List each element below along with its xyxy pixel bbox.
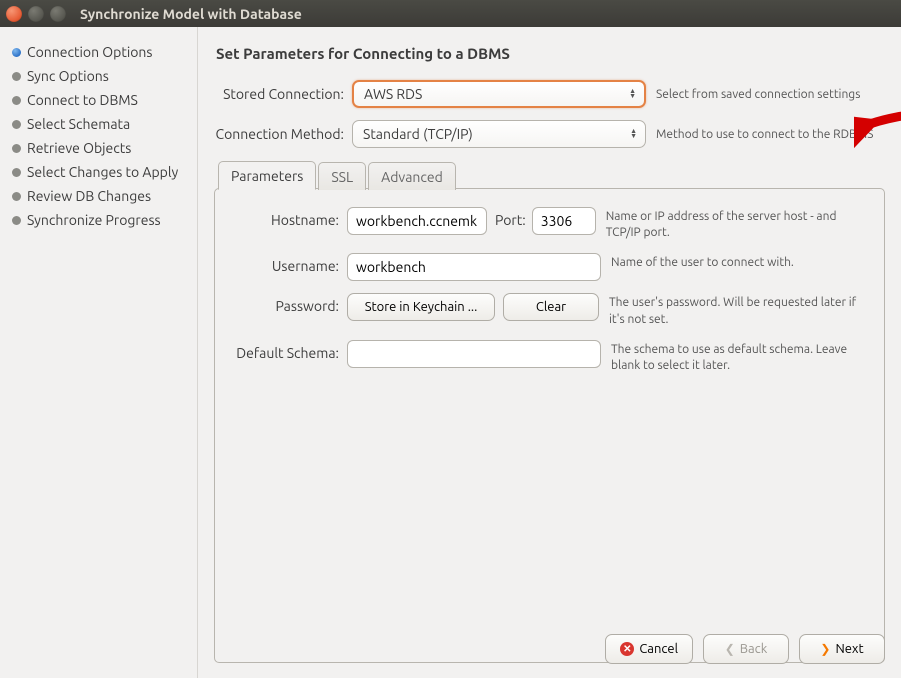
step-bullet-icon bbox=[12, 48, 21, 57]
sidebar-item-label: Review DB Changes bbox=[27, 188, 151, 204]
sidebar-item-label: Sync Options bbox=[27, 68, 109, 84]
connection-method-hint: Method to use to connect to the RDBMS bbox=[656, 128, 885, 141]
button-label: Store in Keychain ... bbox=[365, 300, 478, 314]
tab-label: SSL bbox=[331, 169, 353, 185]
tab-panel-parameters: Hostname: Port: Name or IP address of th… bbox=[214, 188, 885, 663]
connection-method-value: Standard (TCP/IP) bbox=[363, 126, 473, 142]
username-row: Username: Name of the user to connect wi… bbox=[229, 253, 870, 281]
step-bullet-icon bbox=[12, 192, 21, 201]
next-button[interactable]: ❯ Next bbox=[799, 634, 885, 664]
stored-connection-label: Stored Connection: bbox=[214, 86, 352, 102]
default-schema-label: Default Schema: bbox=[229, 340, 347, 361]
sidebar-item-review-db-changes[interactable]: Review DB Changes bbox=[10, 185, 189, 209]
window-title: Synchronize Model with Database bbox=[80, 6, 302, 22]
sidebar-item-connection-options[interactable]: Connection Options bbox=[10, 41, 189, 65]
sidebar-item-retrieve-objects[interactable]: Retrieve Objects bbox=[10, 137, 189, 161]
store-keychain-button[interactable]: Store in Keychain ... bbox=[347, 293, 495, 321]
step-bullet-icon bbox=[12, 72, 21, 81]
sidebar-item-label: Synchronize Progress bbox=[27, 212, 161, 228]
username-hint: Name of the user to connect with. bbox=[611, 253, 870, 271]
button-label: Back bbox=[740, 642, 768, 656]
step-bullet-icon bbox=[12, 96, 21, 105]
sidebar-item-label: Select Changes to Apply bbox=[27, 164, 178, 180]
tabstrip: Parameters SSL Advanced bbox=[214, 160, 885, 189]
sidebar-item-label: Retrieve Objects bbox=[27, 140, 131, 156]
sidebar-item-sync-options[interactable]: Sync Options bbox=[10, 65, 189, 89]
step-bullet-icon bbox=[12, 144, 21, 153]
username-input[interactable] bbox=[347, 253, 601, 281]
tab-advanced[interactable]: Advanced bbox=[368, 162, 456, 190]
maximize-icon[interactable] bbox=[50, 6, 66, 22]
chevron-updown-icon: ▲▼ bbox=[629, 89, 636, 99]
cancel-button[interactable]: ✕ Cancel bbox=[605, 634, 693, 664]
content: Connection Options Sync Options Connect … bbox=[0, 27, 901, 678]
arrow-right-icon: ❯ bbox=[820, 642, 830, 656]
tab-label: Advanced bbox=[381, 169, 443, 185]
close-icon[interactable] bbox=[6, 6, 22, 22]
cancel-icon: ✕ bbox=[620, 642, 634, 656]
button-label: Clear bbox=[536, 300, 566, 314]
sidebar-item-connect-to-dbms[interactable]: Connect to DBMS bbox=[10, 89, 189, 113]
titlebar: Synchronize Model with Database bbox=[0, 0, 901, 27]
hostname-hint: Name or IP address of the server host - … bbox=[606, 207, 870, 241]
arrow-left-icon: ❮ bbox=[725, 642, 735, 656]
sidebar-item-label: Connect to DBMS bbox=[27, 92, 138, 108]
stored-connection-hint: Select from saved connection settings bbox=[656, 88, 885, 101]
connection-method-label: Connection Method: bbox=[214, 126, 352, 142]
wizard-footer: ✕ Cancel ❮ Back ❯ Next bbox=[605, 634, 885, 664]
back-button[interactable]: ❮ Back bbox=[703, 634, 789, 664]
page-title: Set Parameters for Connecting to a DBMS bbox=[216, 45, 885, 62]
connection-method-select[interactable]: Standard (TCP/IP) ▲▼ bbox=[352, 120, 646, 148]
sidebar-item-select-changes[interactable]: Select Changes to Apply bbox=[10, 161, 189, 185]
sidebar-item-select-schemata[interactable]: Select Schemata bbox=[10, 113, 189, 137]
stored-connection-select[interactable]: AWS RDS ▲▼ bbox=[352, 80, 646, 108]
sidebar-item-label: Connection Options bbox=[27, 44, 153, 60]
stored-connection-row: Stored Connection: AWS RDS ▲▼ Select fro… bbox=[214, 80, 885, 108]
password-row: Password: Store in Keychain ... Clear Th… bbox=[229, 293, 870, 327]
wizard-sidebar: Connection Options Sync Options Connect … bbox=[0, 27, 198, 678]
button-label: Cancel bbox=[639, 642, 678, 656]
clear-password-button[interactable]: Clear bbox=[503, 293, 599, 321]
default-schema-hint: The schema to use as default schema. Lea… bbox=[611, 340, 870, 374]
sidebar-item-synchronize-progress[interactable]: Synchronize Progress bbox=[10, 209, 189, 233]
tab-parameters[interactable]: Parameters bbox=[218, 161, 316, 190]
default-schema-row: Default Schema: The schema to use as def… bbox=[229, 340, 870, 374]
stored-connection-value: AWS RDS bbox=[364, 86, 422, 102]
hostname-label: Hostname: bbox=[229, 207, 347, 228]
button-label: Next bbox=[835, 642, 863, 656]
step-bullet-icon bbox=[12, 216, 21, 225]
sidebar-item-label: Select Schemata bbox=[27, 116, 130, 132]
hostname-row: Hostname: Port: Name or IP address of th… bbox=[229, 207, 870, 241]
main-panel: Set Parameters for Connecting to a DBMS … bbox=[198, 27, 901, 678]
step-bullet-icon bbox=[12, 168, 21, 177]
port-label: Port: bbox=[495, 207, 526, 228]
default-schema-input[interactable] bbox=[347, 340, 601, 368]
password-hint: The user's password. Will be requested l… bbox=[609, 293, 870, 327]
password-label: Password: bbox=[229, 293, 347, 314]
port-input[interactable] bbox=[532, 207, 596, 235]
chevron-updown-icon: ▲▼ bbox=[630, 129, 637, 139]
minimize-icon[interactable] bbox=[28, 6, 44, 22]
step-bullet-icon bbox=[12, 120, 21, 129]
tab-label: Parameters bbox=[231, 168, 303, 184]
username-label: Username: bbox=[229, 253, 347, 274]
tab-ssl[interactable]: SSL bbox=[318, 162, 366, 190]
hostname-input[interactable] bbox=[347, 207, 487, 235]
connection-method-row: Connection Method: Standard (TCP/IP) ▲▼ … bbox=[214, 120, 885, 148]
